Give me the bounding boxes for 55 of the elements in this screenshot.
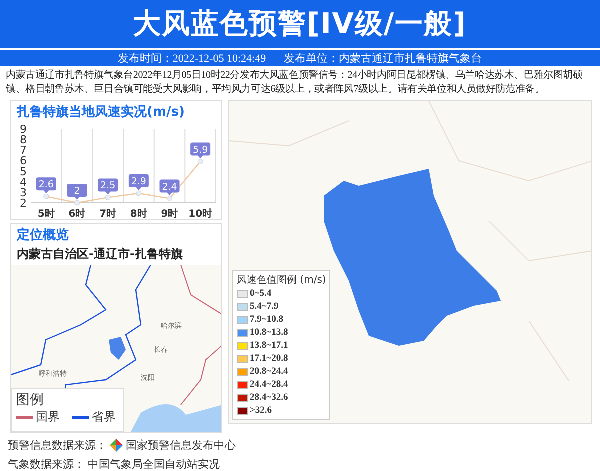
x-tick-label: 8时 <box>130 209 148 219</box>
legend-label: 20.8~24.4 <box>250 366 288 376</box>
legend-label: 10.8~13.8 <box>250 328 288 338</box>
data-point <box>44 194 50 200</box>
x-tick-label: 10时 <box>188 209 213 219</box>
x-tick-label: 5时 <box>38 209 55 219</box>
y-tick-label: 6 <box>20 154 27 168</box>
y-tick-label: 5 <box>20 165 27 178</box>
publish-time: 发布时间：2022-12-05 10:24:49 <box>118 52 266 66</box>
data-point <box>136 190 142 196</box>
warning-title: 大风蓝色预警[IV级/一般] <box>133 6 467 42</box>
legend-label: 7.9~10.8 <box>250 314 284 324</box>
data-point <box>198 159 204 165</box>
legend-label: 28.4~32.6 <box>250 392 288 402</box>
legend-title: 风速色值图例 (m/s) <box>237 274 325 287</box>
legend-label: 国界 <box>36 409 60 426</box>
y-tick-label: 3 <box>20 186 27 200</box>
x-tick-label: 9时 <box>161 209 178 219</box>
data-label: 5.9 <box>190 142 211 159</box>
data-label: 2 <box>74 186 80 197</box>
data-label: 2.4 <box>162 182 178 193</box>
y-tick-label: 9 <box>20 123 27 136</box>
y-tick-label: 7 <box>20 144 27 158</box>
legend-label: >32.6 <box>250 406 272 416</box>
legend-label: 0~5.4 <box>250 288 272 298</box>
legend-title: 图例 <box>16 391 45 409</box>
data-label: 2.6 <box>38 180 54 191</box>
panel-title: 定位概览 <box>16 226 70 245</box>
source-label: 预警信息数据来源： <box>8 438 107 453</box>
legend-label: 13.8~17.1 <box>250 340 288 350</box>
y-tick-label: 8 <box>20 134 27 147</box>
data-label: 2.4 <box>160 180 180 196</box>
x-tick-label: 6时 <box>68 209 86 219</box>
data-point <box>105 194 111 200</box>
data-label: 5.9 <box>193 144 208 156</box>
source-value: 国家预警信息发布中心 <box>126 438 236 453</box>
data-label: 2.5 <box>100 180 116 192</box>
source-value: 中国气象局全国自动站实况 <box>88 457 220 471</box>
legend-label: 24.4~28.4 <box>250 380 288 390</box>
publisher: 发布单位：内蒙古通辽市扎鲁特旗气象台 <box>284 52 482 66</box>
data-label: 2.6 <box>36 178 56 194</box>
y-tick-label: 2 <box>20 197 27 210</box>
y-tick-label: 4 <box>20 176 27 189</box>
x-tick-label: 7时 <box>100 209 117 219</box>
warning-description: 内蒙古通辽市扎鲁特旗气象台2022年12月05日10时22分发布大风蓝色预警信号：24小时内阿日昆都楞镇、乌兰哈达苏木、巴雅尔图胡硕镇、格日朝鲁苏木、巨日合镇可能受大风影响，平均风力可达6级以上，或者阵风7级以上。请有关单位和人员做好防范准备。 <box>5 68 584 97</box>
source-label: 气象数据来源： <box>8 457 85 471</box>
data-label: 2.5 <box>98 178 118 195</box>
data-label: 2 <box>67 184 88 200</box>
legend-label: 5.4~7.9 <box>250 302 279 312</box>
legend-label: 17.1~20.8 <box>250 354 288 364</box>
legend-label: 省界 <box>92 409 116 426</box>
data-label: 2.9 <box>131 176 146 188</box>
region-name: 内蒙古自治区-通辽市-扎鲁特旗 <box>16 246 184 263</box>
panel-title: 扎鲁特旗当地风速实况(m/s) <box>16 104 186 122</box>
data-label: 2.9 <box>128 174 149 190</box>
